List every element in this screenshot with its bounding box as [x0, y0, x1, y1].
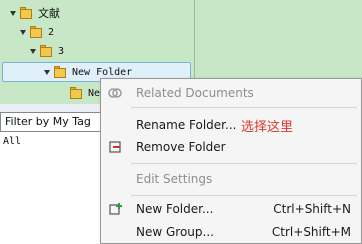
- menu-item-remove-folder[interactable]: Remove Folder: [101, 135, 361, 159]
- annotation-text: 选择这里: [241, 120, 294, 135]
- context-menu: Related Documents Rename Folder... Remov…: [100, 78, 362, 244]
- menu-item-related-documents[interactable]: Related Documents: [101, 81, 361, 105]
- tree-item-root[interactable]: 文献: [10, 4, 60, 22]
- expand-arrow-icon[interactable]: [20, 29, 26, 35]
- menu-item-label: New Folder...: [136, 202, 214, 216]
- menu-item-shortcut: Ctrl+Shift+N: [273, 202, 351, 216]
- folder-icon: [20, 7, 32, 19]
- expand-arrow-icon[interactable]: [30, 48, 36, 54]
- folder-icon: [40, 45, 52, 57]
- menu-separator: [131, 195, 357, 196]
- tree-item-label: 文献: [38, 7, 60, 20]
- tag-filter-list: All: [0, 132, 104, 244]
- menu-item-label: Edit Settings: [136, 172, 213, 186]
- tree-item-label: New Folder: [72, 66, 133, 78]
- menu-item-new-folder[interactable]: New Folder... Ctrl+Shift+N: [101, 197, 361, 221]
- menu-item-label: Related Documents: [136, 86, 254, 100]
- tree-item-3[interactable]: 3: [30, 42, 64, 60]
- tree-item-2[interactable]: 2: [20, 23, 54, 41]
- tree-item-label: 2: [48, 26, 55, 38]
- folder-icon: [30, 26, 42, 38]
- new-folder-icon: [107, 201, 123, 217]
- remove-folder-icon: [107, 139, 123, 155]
- menu-item-new-group[interactable]: New Group... Ctrl+Shift+M: [101, 220, 361, 244]
- folder-icon: [70, 87, 82, 99]
- expand-arrow-icon[interactable]: [44, 69, 50, 75]
- tag-filter-item-all[interactable]: All: [3, 136, 21, 147]
- menu-separator: [131, 107, 357, 108]
- menu-separator: [131, 163, 357, 164]
- tree-item-label: 3: [58, 45, 65, 57]
- tree-item-new-subfolder[interactable]: Ne: [70, 84, 100, 102]
- tag-filter-dropdown[interactable]: Filter by My Tag: [0, 112, 104, 132]
- right-pane: [195, 0, 362, 78]
- tree-item-label: Ne: [88, 87, 101, 99]
- menu-item-label: Remove Folder: [136, 140, 226, 154]
- menu-item-label: New Group...: [136, 225, 214, 239]
- expand-arrow-icon[interactable]: [10, 10, 16, 16]
- menu-item-label: Rename Folder...: [136, 118, 237, 132]
- tag-filter-label: Filter by My Tag: [5, 115, 91, 128]
- menu-item-shortcut: Ctrl+Shift+M: [271, 225, 351, 239]
- menu-item-edit-settings[interactable]: Edit Settings: [101, 167, 361, 191]
- folder-icon: [54, 66, 66, 78]
- menu-item-rename-folder[interactable]: Rename Folder...: [101, 113, 361, 137]
- related-documents-icon: [107, 85, 123, 101]
